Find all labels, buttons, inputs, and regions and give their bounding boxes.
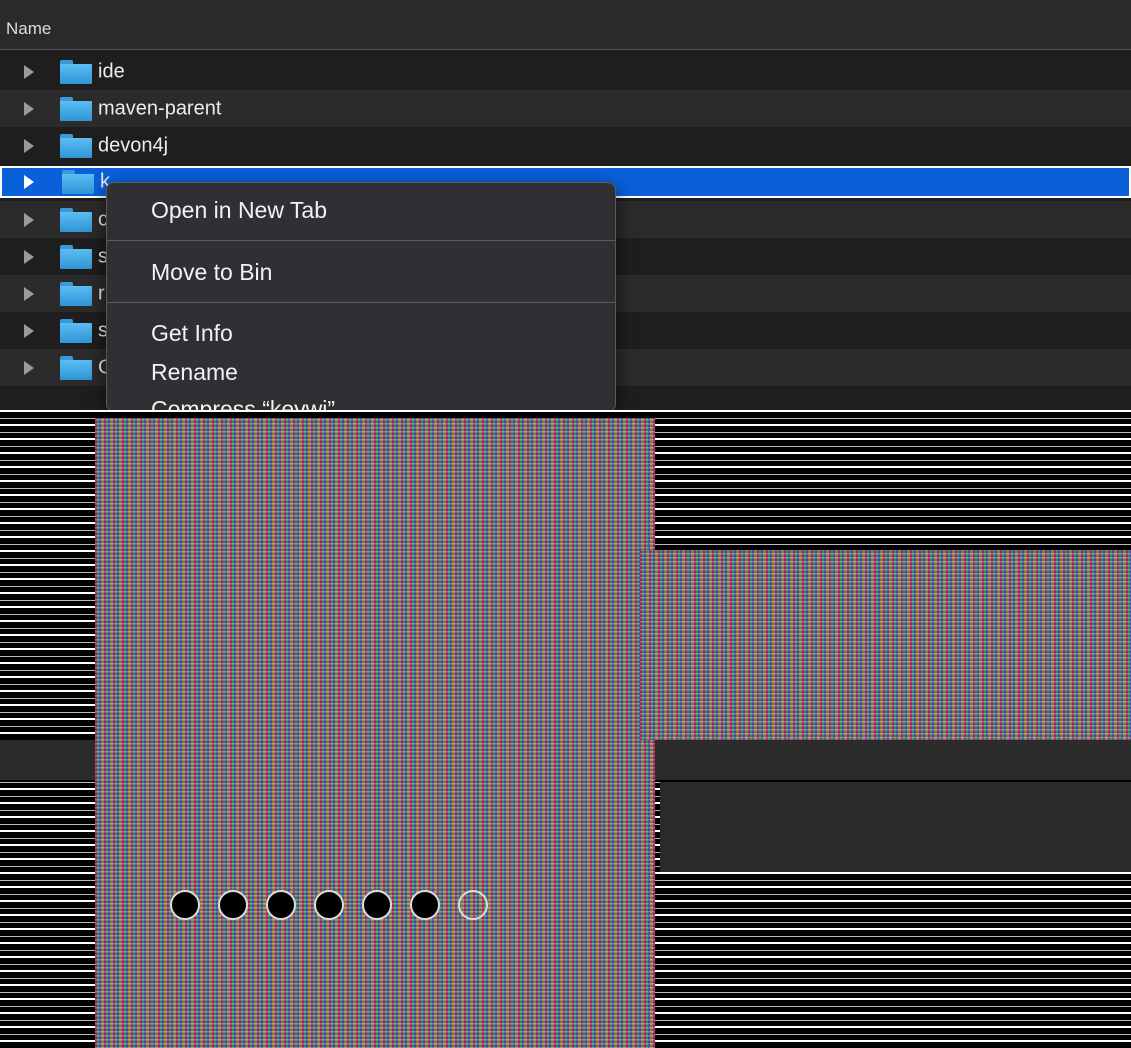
glitch-artifact-region — [0, 410, 1131, 1048]
folder-icon — [60, 355, 92, 380]
list-item-label: r — [98, 282, 105, 304]
folder-icon — [60, 133, 92, 158]
folder-icon — [60, 318, 92, 343]
name-column-header[interactable]: Name — [6, 19, 51, 39]
dot-icon — [458, 890, 488, 920]
glitch-noise-band — [640, 550, 1131, 750]
list-item-label: devon4j — [98, 134, 169, 156]
context-menu: Open in New Tab Move to Bin Get Info Ren… — [106, 182, 616, 412]
dot-icon — [170, 890, 200, 920]
folder-icon — [60, 96, 92, 121]
disclosure-triangle-icon[interactable] — [24, 323, 34, 338]
disclosure-triangle-icon[interactable] — [24, 249, 34, 264]
menu-item-rename[interactable]: Rename — [151, 359, 238, 386]
list-item[interactable]: maven-parent — [0, 90, 1131, 127]
disclosure-triangle-icon[interactable] — [24, 175, 34, 189]
disclosure-triangle-icon[interactable] — [24, 101, 34, 116]
folder-icon — [60, 281, 92, 306]
list-item-label: maven-parent — [98, 97, 222, 119]
list-item[interactable]: ide — [0, 53, 1131, 90]
list-item[interactable]: devon4j — [0, 127, 1131, 164]
folder-icon — [62, 170, 94, 194]
dot-icon — [218, 890, 248, 920]
glitch-gray-panel — [660, 782, 1131, 872]
disclosure-triangle-icon[interactable] — [24, 212, 34, 227]
disclosure-triangle-icon[interactable] — [24, 64, 34, 79]
dot-icon — [314, 890, 344, 920]
disclosure-triangle-icon[interactable] — [24, 360, 34, 375]
dot-icon — [266, 890, 296, 920]
menu-separator — [107, 302, 615, 303]
menu-separator — [107, 240, 615, 241]
finder-window: Name ide maven-parent devon4j k c s r s … — [0, 0, 1131, 1048]
menu-item-open-in-new-tab[interactable]: Open in New Tab — [151, 197, 327, 224]
list-item-label: ide — [98, 60, 125, 82]
folder-icon — [60, 244, 92, 269]
dot-icon — [362, 890, 392, 920]
disclosure-triangle-icon[interactable] — [24, 138, 34, 153]
folder-icon — [60, 207, 92, 232]
column-header[interactable]: Name — [0, 0, 1131, 50]
folder-icon — [60, 59, 92, 84]
disclosure-triangle-icon[interactable] — [24, 286, 34, 301]
menu-item-get-info[interactable]: Get Info — [151, 320, 233, 347]
menu-item-move-to-bin[interactable]: Move to Bin — [151, 259, 272, 286]
dot-icon — [410, 890, 440, 920]
